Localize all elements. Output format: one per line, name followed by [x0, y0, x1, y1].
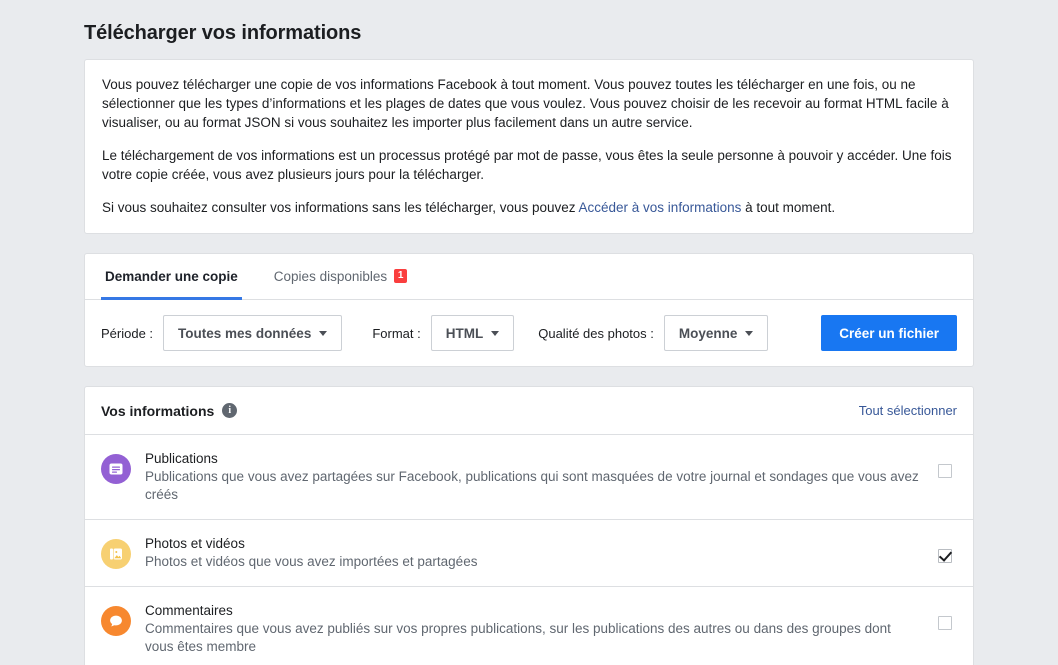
list-item-checkbox-wrap — [933, 450, 957, 478]
list-item-text: Publications Publications que vous avez … — [131, 450, 933, 504]
tab-request-copy-label: Demander une copie — [105, 268, 238, 284]
list-item-checkbox-wrap — [933, 535, 957, 563]
content-container: Télécharger vos informations Vous pouvez… — [84, 0, 974, 665]
access-your-information-link[interactable]: Accéder à vos informations — [579, 200, 742, 215]
tab-request-copy[interactable]: Demander une copie — [101, 255, 242, 300]
list-item-title: Commentaires — [145, 603, 233, 618]
list-item[interactable]: Photos et vidéos Photos et vidéos que vo… — [85, 520, 973, 587]
intro-paragraph-3: Si vous souhaitez consulter vos informat… — [102, 198, 956, 217]
your-information-header: Vos informations i Tout sélectionner — [85, 387, 973, 435]
photo-quality-dropdown[interactable]: Moyenne — [663, 315, 769, 351]
list-item-text: Photos et vidéos Photos et vidéos que vo… — [131, 535, 933, 571]
photos-videos-checkbox[interactable] — [938, 549, 952, 563]
period-dropdown-value: Toutes mes données — [178, 325, 312, 341]
list-item-description: Publications que vous avez partagées sur… — [145, 469, 919, 502]
list-item-title: Photos et vidéos — [145, 536, 245, 551]
intro-paragraph-3-after: à tout moment. — [741, 200, 836, 215]
photo-quality-dropdown-value: Moyenne — [678, 325, 738, 341]
intro-paragraph-2: Le téléchargement de vos informations es… — [102, 148, 952, 182]
period-label: Période : — [101, 325, 154, 341]
list-item-description: Commentaires que vous avez publiés sur v… — [145, 621, 891, 654]
tab-available-copies[interactable]: Copies disponibles 1 — [270, 255, 411, 300]
your-information-title: Vos informations — [101, 402, 215, 419]
photo-quality-label: Qualité des photos : — [538, 325, 654, 341]
page-root: Télécharger vos informations Vous pouvez… — [0, 0, 1058, 665]
list-item-title: Publications — [145, 451, 218, 466]
available-copies-badge: 1 — [394, 269, 408, 283]
publications-checkbox[interactable] — [938, 464, 952, 478]
page-title: Télécharger vos informations — [84, 22, 362, 44]
format-label: Format : — [372, 325, 421, 341]
list-item[interactable]: Commentaires Commentaires que vous avez … — [85, 587, 973, 665]
post-icon — [101, 454, 131, 484]
comment-icon — [101, 606, 131, 636]
your-information-card: Vos informations i Tout sélectionner Pub… — [84, 386, 974, 665]
photo-icon — [101, 539, 131, 569]
period-dropdown[interactable]: Toutes mes données — [163, 315, 343, 351]
tab-bar: Demander une copie Copies disponibles 1 — [85, 254, 973, 300]
select-all-link[interactable]: Tout sélectionner — [859, 403, 957, 418]
chevron-down-icon — [319, 330, 328, 336]
list-item-checkbox-wrap — [933, 602, 957, 630]
intro-paragraph-1: Vous pouvez télécharger une copie de vos… — [102, 77, 949, 130]
chevron-down-icon — [491, 330, 500, 336]
info-icon[interactable]: i — [222, 403, 238, 418]
create-file-button[interactable]: Créer un fichier — [821, 315, 957, 351]
chevron-down-icon — [745, 330, 754, 336]
format-dropdown[interactable]: HTML — [430, 315, 515, 351]
request-panel: Demander une copie Copies disponibles 1 … — [84, 253, 974, 367]
format-dropdown-value: HTML — [445, 325, 484, 341]
tab-available-copies-label: Copies disponibles — [273, 268, 388, 284]
list-item[interactable]: Publications Publications que vous avez … — [85, 435, 973, 520]
list-item-text: Commentaires Commentaires que vous avez … — [131, 602, 933, 656]
filters-row: Période : Toutes mes données Format : HT… — [85, 300, 973, 366]
intro-card: Vous pouvez télécharger une copie de vos… — [84, 59, 974, 234]
list-item-description: Photos et vidéos que vous avez importées… — [145, 554, 478, 569]
commentaires-checkbox[interactable] — [938, 616, 952, 630]
intro-paragraph-3-before: Si vous souhaitez consulter vos informat… — [102, 200, 579, 215]
